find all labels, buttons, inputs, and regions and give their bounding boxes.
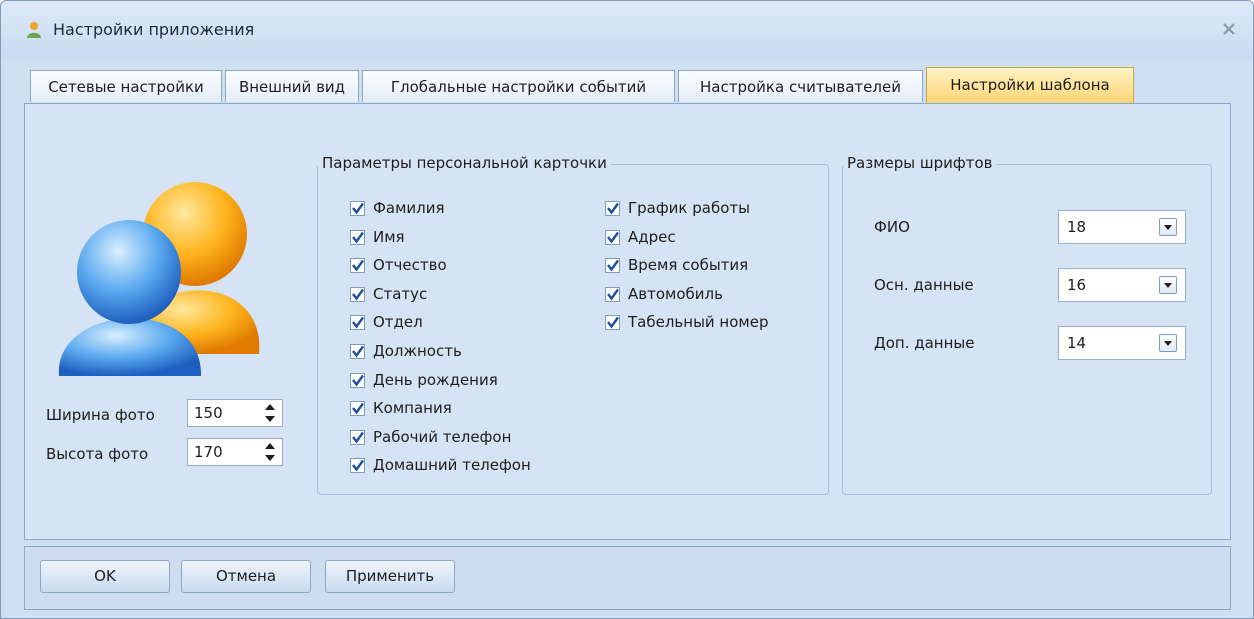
checkmark-icon	[352, 345, 364, 358]
checkbox-label: День рождения	[373, 370, 498, 389]
apply-button[interactable]: Применить	[325, 560, 455, 593]
template-settings-panel: Ширина фото 150 Высота фото 170 Параметр…	[24, 103, 1231, 540]
dialog-footer: OK Отмена Применить	[24, 546, 1231, 610]
card-params-group: Параметры персональной карточки Фамилия И…	[317, 154, 829, 495]
checkmark-icon	[607, 317, 619, 329]
checkmark-icon	[352, 402, 364, 415]
checkmark-icon	[352, 317, 364, 329]
font-size-select-extra[interactable]: 14	[1058, 326, 1186, 360]
checkbox[interactable]	[605, 286, 620, 302]
photo-width-value[interactable]: 150	[194, 404, 223, 422]
photo-width-spinner[interactable]: 150	[187, 399, 283, 427]
checkbox-label: Имя	[373, 227, 405, 246]
font-size-label-extra: Доп. данные	[874, 334, 975, 352]
checkbox-label: Должность	[373, 342, 462, 360]
checkmark-icon	[352, 460, 364, 472]
checkbox-label: Статус	[373, 284, 428, 303]
font-size-value-fio: 18	[1067, 218, 1087, 236]
dropdown-button[interactable]	[1159, 218, 1177, 236]
checkmark-icon	[352, 431, 364, 444]
checkbox-label: Домашний телефон	[373, 456, 531, 475]
checkmark-icon	[607, 202, 619, 215]
close-icon	[1223, 23, 1235, 35]
chevron-down-icon	[1164, 341, 1172, 346]
settings-window: Настройки приложения Сетевые настройки В…	[0, 0, 1254, 619]
photo-height-label: Высота фото	[46, 445, 149, 463]
checkbox-label: Адрес	[628, 227, 676, 246]
checkbox-label: Табельный номер	[628, 313, 769, 332]
photo-width-label: Ширина фото	[46, 406, 155, 424]
checkbox-label: Рабочий телефон	[373, 427, 512, 446]
tab-network[interactable]: Сетевые настройки	[30, 70, 222, 102]
checkbox[interactable]	[350, 429, 365, 445]
tab-appearance[interactable]: Внешний вид	[225, 70, 359, 102]
font-size-value-extra: 14	[1067, 334, 1087, 352]
spinner-arrows-icon[interactable]	[264, 441, 276, 463]
tab-template[interactable]: Настройки шаблона	[926, 67, 1134, 103]
dropdown-button[interactable]	[1159, 334, 1177, 352]
checkbox[interactable]	[605, 201, 620, 216]
checkbox[interactable]	[605, 229, 620, 245]
checkbox[interactable]	[350, 401, 365, 417]
chevron-down-icon	[1164, 283, 1172, 288]
window-title: Настройки приложения	[53, 20, 255, 39]
checkbox-label: График работы	[628, 199, 750, 217]
checkmark-icon	[352, 259, 364, 272]
font-sizes-group: Размеры шрифтов ФИО 18 Осн. данные 16 До…	[842, 154, 1212, 495]
checkbox-label: Компания	[373, 399, 452, 418]
close-button[interactable]	[1215, 17, 1243, 41]
spinner-arrows-icon[interactable]	[264, 402, 276, 424]
users-icon	[58, 182, 260, 376]
font-size-select-main[interactable]: 16	[1058, 268, 1186, 302]
checkmark-icon	[352, 374, 364, 387]
checkbox-label: Время события	[628, 256, 749, 275]
checkbox-label: Отчество	[373, 256, 447, 275]
checkbox[interactable]	[350, 201, 365, 216]
checkmark-icon	[352, 231, 364, 244]
photo-height-spinner[interactable]: 170	[187, 438, 283, 466]
chevron-down-icon	[1164, 225, 1172, 230]
checkmark-icon	[352, 288, 364, 301]
checkmark-icon	[352, 202, 364, 215]
checkbox[interactable]	[605, 258, 620, 274]
checkmark-icon	[607, 259, 619, 272]
checkbox-label: Фамилия	[373, 199, 445, 217]
checkbox[interactable]	[350, 258, 365, 274]
dropdown-button[interactable]	[1159, 276, 1177, 294]
font-sizes-legend: Размеры шрифтов	[843, 154, 997, 172]
font-size-value-main: 16	[1067, 276, 1087, 294]
checkmark-icon	[607, 288, 619, 301]
photo-height-value[interactable]: 170	[194, 443, 223, 461]
checkbox[interactable]	[350, 458, 365, 474]
checkbox[interactable]	[350, 344, 365, 359]
font-size-label-fio: ФИО	[874, 218, 910, 236]
checkbox[interactable]	[350, 229, 365, 245]
tab-global-events[interactable]: Глобальные настройки событий	[362, 70, 675, 102]
ok-button[interactable]: OK	[40, 560, 170, 593]
font-size-select-fio[interactable]: 18	[1058, 210, 1186, 244]
user-icon	[27, 22, 41, 38]
tab-readers[interactable]: Настройка считывателей	[678, 70, 923, 102]
checkmark-icon	[607, 231, 619, 244]
cancel-button[interactable]: Отмена	[181, 560, 311, 593]
checkbox[interactable]	[350, 315, 365, 331]
font-size-label-main: Осн. данные	[874, 276, 974, 294]
checkbox-label: Автомобиль	[628, 284, 723, 303]
card-params-legend: Параметры персональной карточки	[318, 154, 611, 172]
checkbox-label: Отдел	[373, 313, 423, 332]
checkbox[interactable]	[350, 372, 365, 388]
checkbox[interactable]	[605, 315, 620, 331]
title-bar[interactable]: Настройки приложения	[1, 1, 1253, 59]
checkbox[interactable]	[350, 286, 365, 302]
